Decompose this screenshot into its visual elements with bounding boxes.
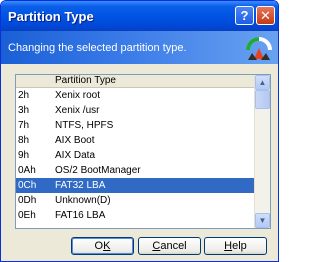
partition-name: FAT16 LBA <box>55 210 106 221</box>
header-banner: Changing the selected partition type. <box>1 31 278 64</box>
list-item[interactable]: 0Eh FAT16 LBA <box>16 208 254 223</box>
list-item[interactable]: 7h NTFS, HPFS <box>16 118 254 133</box>
list-item[interactable]: 0Ch FAT32 LBA <box>16 178 254 193</box>
partition-code: 7h <box>18 120 30 131</box>
scroll-down-button[interactable]: ▼ <box>255 213 270 228</box>
partition-code: 0Eh <box>18 210 36 221</box>
list-item[interactable]: 0Ah OS/2 BootManager <box>16 163 254 178</box>
scroll-up-button[interactable]: ▲ <box>255 75 270 90</box>
partition-name: Unknown(D) <box>55 195 111 206</box>
list-item[interactable]: 2h Xenix root <box>16 88 254 103</box>
partition-name: NTFS, HPFS <box>55 120 114 131</box>
partition-name: FAT32 LBA <box>55 180 106 191</box>
partition-name: AIX Data <box>55 150 96 161</box>
partition-code: 0Ah <box>18 165 36 176</box>
list-item[interactable]: 9h AIX Data <box>16 148 254 163</box>
banner-description: Changing the selected partition type. <box>8 42 187 54</box>
cancel-button[interactable]: Cancel <box>138 237 201 255</box>
partition-icon <box>246 37 272 60</box>
partition-code: 0Ch <box>18 180 37 191</box>
window-title: Partition Type <box>8 9 94 24</box>
list-item[interactable]: 8h AIX Boot <box>16 133 254 148</box>
scroll-thumb[interactable] <box>255 90 270 109</box>
column-header-label: Partition Type <box>55 75 116 86</box>
partition-code: 8h <box>18 135 30 146</box>
partition-name: Xenix root <box>55 90 101 101</box>
partition-code: 2h <box>18 90 30 101</box>
title-bar[interactable]: Partition Type ? ✕ <box>1 1 278 31</box>
partition-code: 0Dh <box>18 195 37 206</box>
vertical-scrollbar[interactable]: ▲ ▼ <box>254 75 270 228</box>
column-header[interactable]: Partition Type <box>16 75 254 88</box>
list-item[interactable]: 3h Xenix /usr <box>16 103 254 118</box>
partition-name: Xenix /usr <box>55 105 100 116</box>
list-rows: 2h Xenix root 3h Xenix /usr 7h NTFS, HPFS 8h AI… <box>16 88 254 223</box>
partition-code: 3h <box>18 105 30 116</box>
ok-button[interactable]: OK <box>71 237 134 255</box>
list-item[interactable]: 0Dh Unknown(D) <box>16 193 254 208</box>
partition-name: OS/2 BootManager <box>55 165 141 176</box>
help-button[interactable]: Help <box>204 237 267 255</box>
partition-name: AIX Boot <box>55 135 95 146</box>
close-button[interactable]: ✕ <box>256 6 275 25</box>
partition-type-dialog: Partition Type ? ✕ Changing the selected… <box>0 0 279 262</box>
help-title-button[interactable]: ? <box>235 6 254 25</box>
partition-type-list[interactable]: Partition Type 2h Xenix root 3h Xenix /usr 7… <box>15 74 271 229</box>
partition-code: 9h <box>18 150 30 161</box>
